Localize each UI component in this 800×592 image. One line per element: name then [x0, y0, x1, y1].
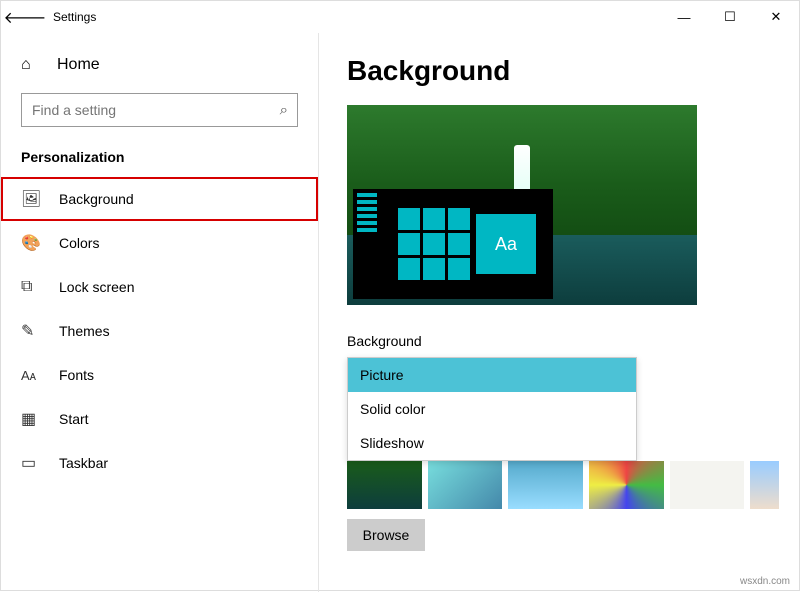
page-title: Background: [347, 55, 779, 87]
window-controls: — ☐ ✕: [661, 1, 799, 33]
sidebar-item-label: Taskbar: [59, 455, 108, 471]
sidebar-item-background[interactable]: 🖼 Background: [1, 177, 318, 221]
watermark: wsxdn.com: [740, 576, 790, 587]
dropdown-option-slideshow[interactable]: Slideshow: [348, 426, 636, 460]
sidebar-item-themes[interactable]: ✎ Themes: [1, 309, 318, 353]
sidebar-item-fonts[interactable]: Aᴀ Fonts: [1, 353, 318, 397]
close-button[interactable]: ✕: [753, 1, 799, 33]
fonts-icon: Aᴀ: [21, 368, 41, 383]
preview-tile-text: Aa: [476, 214, 536, 274]
themes-icon: ✎: [21, 321, 41, 341]
background-dropdown[interactable]: Picture Solid color Slideshow: [347, 357, 637, 461]
recent-image-thumb[interactable]: [750, 461, 779, 509]
recent-image-thumb[interactable]: [589, 461, 664, 509]
recent-image-thumb[interactable]: [347, 461, 422, 509]
sidebar-item-label: Lock screen: [59, 279, 134, 295]
sidebar-item-lockscreen[interactable]: ⧉ Lock screen: [1, 265, 318, 309]
background-preview: Aa: [347, 105, 697, 305]
recent-image-thumb[interactable]: [508, 461, 583, 509]
sidebar-item-colors[interactable]: 🎨 Colors: [1, 221, 318, 265]
sidebar-item-label: Start: [59, 411, 89, 427]
home-label: Home: [57, 56, 100, 74]
background-field-label: Background: [347, 333, 779, 349]
sidebar-item-label: Themes: [59, 323, 110, 339]
search-input[interactable]: [21, 93, 298, 127]
titlebar: 🡐 Settings — ☐ ✕: [1, 1, 799, 33]
search-wrap: ⌕: [21, 93, 298, 127]
sidebar-item-label: Fonts: [59, 367, 94, 383]
section-title: Personalization: [1, 141, 318, 177]
recent-image-thumb[interactable]: [428, 461, 503, 509]
dropdown-option-picture[interactable]: Picture: [348, 358, 636, 392]
content: ⌂ Home ⌕ Personalization 🖼 Background 🎨 …: [1, 33, 799, 592]
sidebar: ⌂ Home ⌕ Personalization 🖼 Background 🎨 …: [1, 33, 319, 592]
preview-start-panel: Aa: [353, 189, 553, 299]
maximize-button[interactable]: ☐: [707, 1, 753, 33]
taskbar-icon: ▭: [21, 453, 41, 473]
start-icon: ▦: [21, 409, 41, 429]
home-nav[interactable]: ⌂ Home: [1, 45, 318, 85]
picture-icon: 🖼: [21, 189, 41, 209]
lockscreen-icon: ⧉: [21, 278, 41, 296]
palette-icon: 🎨: [21, 233, 41, 253]
minimize-button[interactable]: —: [661, 1, 707, 33]
sidebar-item-start[interactable]: ▦ Start: [1, 397, 318, 441]
sidebar-item-taskbar[interactable]: ▭ Taskbar: [1, 441, 318, 485]
search-icon: ⌕: [280, 102, 288, 119]
window-title: Settings: [53, 10, 96, 24]
home-icon: ⌂: [21, 56, 41, 74]
back-button[interactable]: 🡐: [5, 1, 45, 33]
recent-image-thumb[interactable]: [670, 461, 745, 509]
dropdown-option-solid-color[interactable]: Solid color: [348, 392, 636, 426]
sidebar-item-label: Colors: [59, 235, 99, 251]
browse-button[interactable]: Browse: [347, 519, 425, 551]
main-panel: Background Aa Background Picture Solid c…: [319, 33, 799, 592]
sidebar-item-label: Background: [59, 191, 134, 207]
